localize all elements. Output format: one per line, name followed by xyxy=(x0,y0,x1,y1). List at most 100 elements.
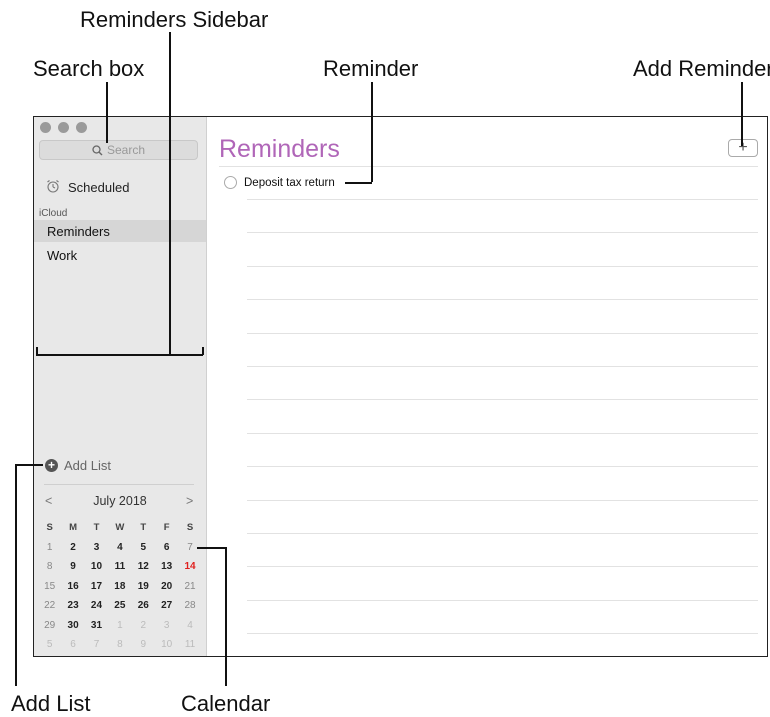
callout-add-list: Add List xyxy=(11,691,91,716)
calendar-next-button[interactable]: > xyxy=(186,494,193,508)
calendar-day[interactable]: 18 xyxy=(108,581,131,592)
calendar-day[interactable]: 10 xyxy=(155,639,178,650)
calendar-day[interactable]: 5 xyxy=(38,639,61,650)
calendar-week-row: 15 16 17 18 19 20 21 xyxy=(38,577,202,597)
calendar-day[interactable]: 9 xyxy=(61,561,84,572)
add-list-button[interactable]: + Add List xyxy=(45,458,111,473)
calendar-day[interactable]: 11 xyxy=(178,639,201,650)
calendar-day[interactable]: 8 xyxy=(108,639,131,650)
callout-reminder: Reminder xyxy=(323,56,419,81)
reminder-row-line xyxy=(247,265,758,267)
calendar-day[interactable]: 15 xyxy=(38,581,61,592)
calendar-weekday: T xyxy=(93,522,100,534)
reminder-checkbox[interactable] xyxy=(224,176,237,189)
add-reminder-button[interactable]: + xyxy=(728,139,758,157)
search-input[interactable]: Search xyxy=(39,140,198,160)
calendar-day[interactable]: 9 xyxy=(132,639,155,650)
calendar-day[interactable]: 28 xyxy=(178,600,201,611)
calendar-day[interactable]: 27 xyxy=(155,600,178,611)
calendar-day[interactable]: 20 xyxy=(155,581,178,592)
callout-search-box: Search box xyxy=(33,56,145,81)
sidebar-bracket-left xyxy=(36,347,38,355)
calendar-day[interactable]: 4 xyxy=(108,542,131,553)
reminder-row-line xyxy=(247,432,758,434)
reminders-window: Search Scheduled iCloud Reminders Work +… xyxy=(33,116,768,657)
calendar-day[interactable]: 2 xyxy=(61,542,84,553)
callout-reminders-sidebar: Reminders Sidebar xyxy=(80,7,269,32)
section-header-icloud: iCloud xyxy=(39,208,68,219)
reminders-sidebar: Search Scheduled iCloud Reminders Work +… xyxy=(34,117,207,656)
reminder-row-line xyxy=(247,366,758,367)
sidebar-item-work[interactable]: Work xyxy=(34,244,206,266)
calendar-day[interactable]: 31 xyxy=(85,620,108,631)
sidebar-bracket xyxy=(36,354,203,356)
sidebar-item-scheduled[interactable]: Scheduled xyxy=(46,179,129,196)
calendar-day[interactable]: 6 xyxy=(61,639,84,650)
calendar-day[interactable]: 29 xyxy=(38,620,61,631)
calendar-day[interactable]: 8 xyxy=(38,561,61,572)
calendar-day[interactable]: 6 xyxy=(155,542,178,553)
leader-line xyxy=(345,182,372,184)
calendar-day[interactable]: 3 xyxy=(155,620,178,631)
calendar-day[interactable]: 1 xyxy=(38,542,61,553)
leader-line xyxy=(741,82,743,146)
reminder-row-line xyxy=(247,499,758,501)
calendar-day[interactable]: 30 xyxy=(61,620,84,631)
calendar-day[interactable]: 16 xyxy=(61,581,84,592)
zoom-window-button[interactable] xyxy=(76,122,87,133)
calendar-day[interactable]: 7 xyxy=(85,639,108,650)
sidebar-bracket-right xyxy=(202,347,204,355)
calendar-day[interactable]: 26 xyxy=(132,600,155,611)
sidebar-item-reminders[interactable]: Reminders xyxy=(34,220,206,242)
calendar: S M T W T F S 1 2 3 4 5 6 7 8 9 10 11 12 13 14 15 16 17 18 19 20 21… xyxy=(38,518,202,655)
reminder-row-line xyxy=(247,466,758,468)
calendar-day[interactable]: 23 xyxy=(61,600,84,611)
calendar-day[interactable]: 5 xyxy=(132,542,155,553)
calendar-weekday: M xyxy=(69,522,78,534)
calendar-day[interactable]: 21 xyxy=(178,581,201,592)
calendar-weekday: S xyxy=(46,522,53,534)
calendar-day[interactable]: 11 xyxy=(108,561,131,572)
calendar-day[interactable]: 1 xyxy=(108,620,131,631)
close-window-button[interactable] xyxy=(40,122,51,133)
reminder-row-line xyxy=(247,599,758,601)
calendar-header: < July 2018 > xyxy=(34,494,206,510)
calendar-day[interactable]: 25 xyxy=(108,600,131,611)
list-title: Reminders xyxy=(219,135,340,163)
leader-line xyxy=(197,547,226,549)
calendar-weekday: W xyxy=(115,522,125,534)
search-icon xyxy=(92,144,103,156)
calendar-weekday: T xyxy=(140,522,147,534)
reminder-row-line xyxy=(247,232,758,234)
calendar-day[interactable]: 22 xyxy=(38,600,61,611)
calendar-day[interactable]: 4 xyxy=(178,620,201,631)
main-pane: Reminders + Deposit tax return xyxy=(207,117,767,656)
calendar-week-row: 8 9 10 11 12 13 14 xyxy=(38,557,202,577)
calendar-week-row: 29 30 31 1 2 3 4 xyxy=(38,616,202,636)
calendar-week-row: 1234567 xyxy=(38,538,202,558)
calendar-month-title: July 2018 xyxy=(93,494,147,508)
minimize-window-button[interactable] xyxy=(58,122,69,133)
leader-line xyxy=(225,547,227,686)
calendar-day[interactable]: 10 xyxy=(85,561,108,572)
calendar-day[interactable]: 3 xyxy=(85,542,108,553)
calendar-day[interactable]: 2 xyxy=(132,620,155,631)
sidebar-item-label: Reminders xyxy=(47,223,110,239)
calendar-weekday: F xyxy=(163,522,170,534)
reminder-row-line xyxy=(247,332,758,334)
reminder-item[interactable]: Deposit tax return xyxy=(224,176,335,189)
calendar-day[interactable]: 19 xyxy=(132,581,155,592)
reminder-title[interactable]: Deposit tax return xyxy=(244,177,335,189)
calendar-day[interactable]: 13 xyxy=(155,561,178,572)
calendar-day[interactable]: 12 xyxy=(132,561,155,572)
title-divider xyxy=(219,166,758,167)
calendar-today[interactable]: 14 xyxy=(178,561,201,572)
reminder-row-line xyxy=(247,633,758,635)
calendar-day[interactable]: 17 xyxy=(85,581,108,592)
alarm-clock-icon xyxy=(46,179,60,196)
leader-line xyxy=(169,32,171,354)
callout-add-reminder: Add Reminder xyxy=(633,56,770,81)
calendar-day[interactable]: 24 xyxy=(85,600,108,611)
divider xyxy=(44,484,194,485)
plus-circle-icon: + xyxy=(45,459,58,472)
